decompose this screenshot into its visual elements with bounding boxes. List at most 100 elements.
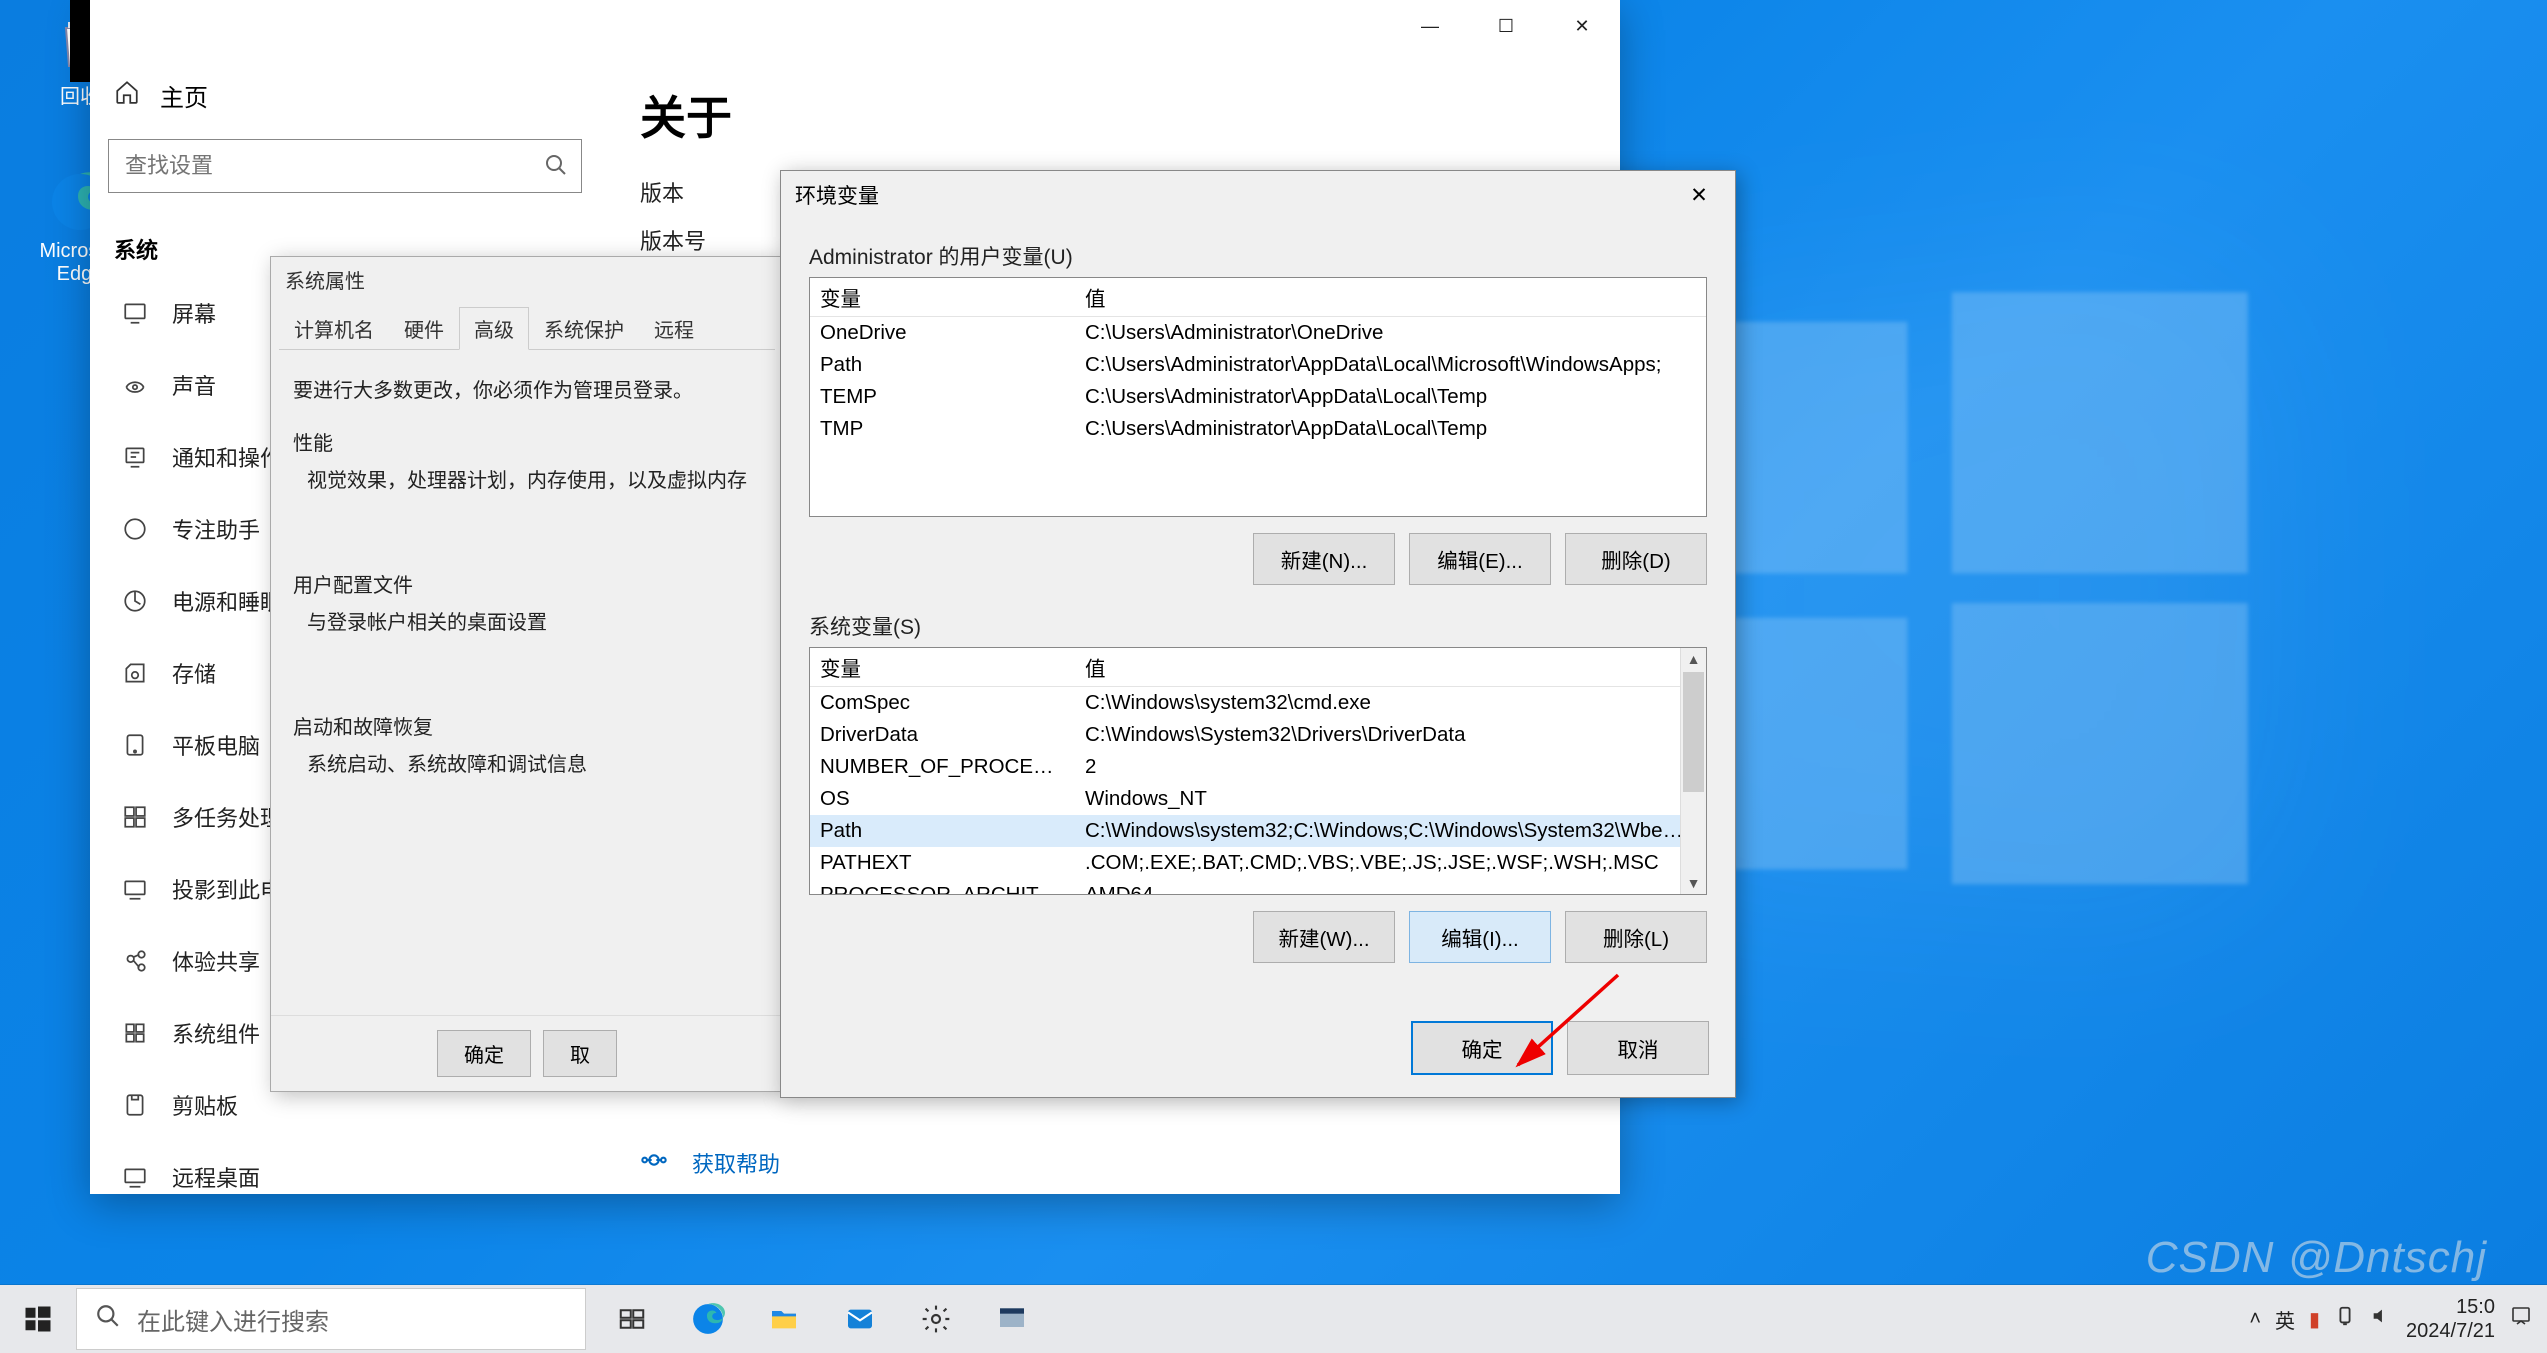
tray-ime-icon[interactable]: 英 [2275,1305,2295,1334]
nav-label: 通知和操作 [172,441,282,473]
sysprop-tab[interactable]: 硬件 [389,307,459,350]
minimize-button[interactable]: — [1392,0,1468,52]
env-var-name: PATHEXT [810,847,1075,879]
env-var-name: TEMP [810,381,1075,413]
sys-edit-button[interactable]: 编辑(I)... [1409,911,1551,963]
sysprop-ok-button[interactable]: 确定 [437,1030,531,1077]
sysprop-hint: 要进行大多数更改，你必须作为管理员登录。 [293,374,761,403]
close-button[interactable]: ✕ [1544,0,1620,52]
settings-search[interactable] [108,139,582,193]
search-input[interactable] [108,139,582,193]
env-cancel-button[interactable]: 取消 [1567,1021,1709,1075]
system-tray[interactable]: ˄ 英 ▮ 15:0 2024/7/21 [2235,1295,2547,1343]
env-var-row[interactable]: OneDriveC:\Users\Administrator\OneDrive [810,317,1706,350]
nav-icon [120,730,150,760]
home-icon [114,79,140,112]
env-var-name: TMP [810,413,1075,445]
env-var-row[interactable]: PATHEXT.COM;.EXE;.BAT;.CMD;.VBS;.VBE;.JS… [810,847,1706,879]
sysprop-tab[interactable]: 计算机名 [279,307,389,350]
group-title: 性能 [293,427,761,456]
group-desc: 系统启动、系统故障和调试信息 [293,748,761,777]
env-var-row[interactable]: TEMPC:\Users\Administrator\AppData\Local… [810,381,1706,413]
sys-vars-scrollbar[interactable]: ▲ ▼ [1680,648,1706,894]
env-var-row[interactable]: DriverDataC:\Windows\System32\Drivers\Dr… [810,719,1706,751]
nav-item-12[interactable]: 远程桌面 [90,1141,600,1194]
col-value2[interactable]: 值 [1075,648,1706,687]
env-var-row[interactable]: TMPC:\Users\Administrator\AppData\Local\… [810,413,1706,445]
nav-icon [120,586,150,616]
nav-icon [120,442,150,472]
about-label: 版本 [640,176,800,208]
nav-label: 多任务处理 [172,801,282,833]
col-name2[interactable]: 变量 [810,648,1075,687]
sysprop-cancel-button[interactable]: 取 [543,1030,617,1077]
env-ok-button[interactable]: 确定 [1411,1021,1553,1075]
env-var-name: OneDrive [810,317,1075,350]
tray-clock[interactable]: 15:0 2024/7/21 [2406,1295,2495,1343]
env-close-button[interactable]: ✕ [1677,175,1721,215]
sysprop-tabs: 计算机名硬件高级系统保护远程 [279,306,775,350]
env-var-name: Path [810,349,1075,381]
sys-delete-button[interactable]: 删除(L) [1565,911,1707,963]
nav-label: 平板电脑 [172,729,260,761]
col-name[interactable]: 变量 [810,278,1075,317]
taskbar-app[interactable] [974,1285,1050,1353]
nav-icon [120,946,150,976]
tray-battery-icon[interactable]: ▮ [2309,1307,2320,1332]
taskbar-mail[interactable] [822,1285,898,1353]
task-view-button[interactable] [594,1285,670,1353]
user-new-button[interactable]: 新建(N)... [1253,533,1395,585]
sysprop-tab[interactable]: 远程 [639,307,709,350]
env-var-row[interactable]: OSWindows_NT [810,783,1706,815]
tray-chevron-up-icon[interactable]: ˄ [2249,1308,2261,1331]
tray-network-icon[interactable] [2334,1305,2356,1333]
env-var-value: C:\Users\Administrator\AppData\Local\Tem… [1075,381,1706,413]
sysprop-title[interactable]: 系统属性 [271,257,783,302]
env-var-row[interactable]: PathC:\Users\Administrator\AppData\Local… [810,349,1706,381]
search-icon [544,153,568,182]
scroll-down-icon[interactable]: ▼ [1681,872,1706,894]
taskbar-search[interactable]: 在此键入进行搜索 [76,1288,586,1350]
nav-icon [120,1018,150,1048]
settings-titlebar[interactable]: — ☐ ✕ [90,0,1620,52]
taskbar-explorer[interactable] [746,1285,822,1353]
tray-volume-icon[interactable] [2370,1305,2392,1333]
tray-notification-icon[interactable] [2509,1304,2533,1334]
sysprop-tab[interactable]: 高级 [459,307,529,350]
env-var-row[interactable]: PROCESSOR_ARCHITECTUREAMD64 [810,879,1706,895]
maximize-button[interactable]: ☐ [1468,0,1544,52]
watermark: CSDN @Dntschj [2146,1233,2487,1283]
sysprop-tab[interactable]: 系统保护 [529,307,639,350]
group-title: 启动和故障恢复 [293,711,761,740]
taskbar-settings[interactable] [898,1285,974,1353]
tray-time: 15:0 [2456,1295,2495,1319]
link-icon [640,1146,668,1180]
env-var-value: Windows_NT [1075,783,1706,815]
env-titlebar[interactable]: 环境变量 ✕ [781,171,1735,219]
scroll-thumb[interactable] [1683,672,1704,792]
taskbar-edge[interactable] [670,1285,746,1353]
env-var-value: C:\Users\Administrator\OneDrive [1075,317,1706,350]
sys-new-button[interactable]: 新建(W)... [1253,911,1395,963]
env-var-value: C:\Users\Administrator\AppData\Local\Tem… [1075,413,1706,445]
user-delete-button[interactable]: 删除(D) [1565,533,1707,585]
nav-icon [120,802,150,832]
env-var-value: AMD64 [1075,879,1706,895]
scroll-up-icon[interactable]: ▲ [1681,648,1706,670]
env-title: 环境变量 [795,180,879,210]
user-vars-table[interactable]: 变量值 OneDriveC:\Users\Administrator\OneDr… [809,277,1707,517]
env-var-row[interactable]: NUMBER_OF_PROCESSORS2 [810,751,1706,783]
sys-vars-table[interactable]: 变量值 ComSpecC:\Windows\system32\cmd.exeDr… [809,647,1707,895]
home-link[interactable]: 主页 [90,70,600,121]
user-edit-button[interactable]: 编辑(E)... [1409,533,1551,585]
about-title: 关于 [640,82,1580,148]
nav-icon [120,874,150,904]
env-var-row[interactable]: PathC:\Windows\system32;C:\Windows;C:\Wi… [810,815,1706,847]
about-link[interactable]: 获取帮助 [640,1132,1580,1194]
env-var-value: .COM;.EXE;.BAT;.CMD;.VBS;.VBE;.JS;.JSE;.… [1075,847,1706,879]
nav-icon [120,298,150,328]
col-value[interactable]: 值 [1075,278,1706,317]
start-button[interactable] [0,1285,76,1353]
env-var-row[interactable]: ComSpecC:\Windows\system32\cmd.exe [810,687,1706,720]
desktop[interactable]: 回收 Microsoft Edge A — ☐ ✕ 主页 [0,0,2547,1353]
